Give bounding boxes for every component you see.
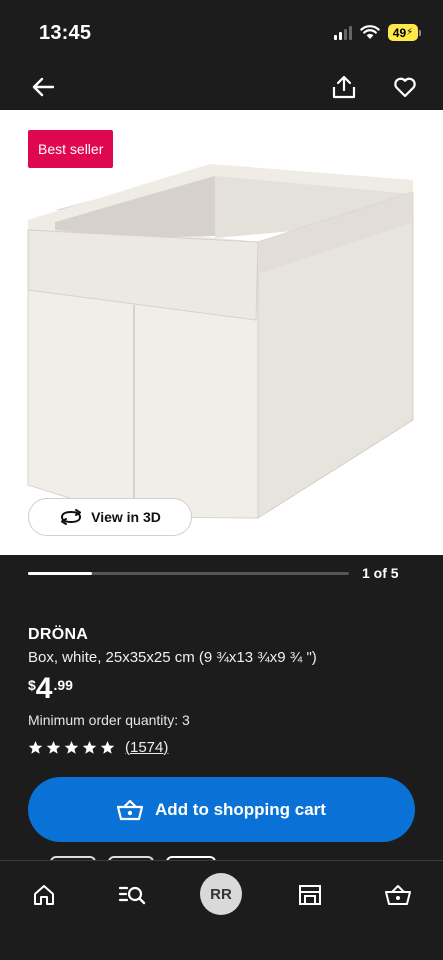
product-price: $ 4 .99 (28, 672, 73, 706)
bottom-tab-bar: RR (0, 860, 443, 960)
rating-count: 1574 (130, 739, 164, 756)
carousel-progress (28, 572, 349, 575)
tab-home[interactable] (24, 875, 64, 915)
tab-stores[interactable] (290, 875, 330, 915)
star-icon (46, 740, 61, 754)
view-in-3d-button[interactable]: View in 3D (28, 498, 192, 536)
cellular-signal-icon (334, 25, 352, 40)
battery-level: 49 ⚡ (388, 24, 418, 41)
product-name: DRÖNA (28, 626, 89, 643)
status-icons: 49 ⚡ (334, 24, 421, 41)
home-icon (34, 885, 54, 905)
share-button[interactable] (329, 72, 359, 102)
heart-icon (394, 77, 416, 98)
best-seller-badge: Best seller (28, 130, 114, 168)
store-icon (299, 885, 321, 905)
tab-profile-avatar[interactable]: RR (200, 873, 242, 915)
product-description: Box, white, 25x35x25 cm (9 ¾x13 ¾x9 ¾ ") (28, 649, 317, 666)
nav-bar (0, 66, 443, 110)
search-list-icon (118, 886, 146, 905)
carousel-page-count: 1 of 5 (362, 565, 399, 581)
battery-icon: 49 ⚡ (388, 24, 421, 41)
shopping-basket-icon (117, 799, 144, 820)
price-currency: $ (28, 677, 36, 693)
rating-stars (28, 740, 115, 755)
add-to-cart-label: Add to shopping cart (155, 799, 326, 819)
status-time: 13:45 (39, 22, 92, 44)
star-icon (64, 740, 79, 754)
star-icon (82, 740, 97, 754)
share-icon (332, 75, 356, 99)
product-image-carousel[interactable]: Best seller View in 3D (0, 110, 443, 555)
arrow-left-icon (32, 77, 54, 97)
rating-count-link[interactable]: (1574) (125, 739, 168, 756)
back-button[interactable] (28, 72, 58, 102)
rotate-3d-icon (61, 509, 82, 525)
view-in-3d-label: View in 3D (91, 509, 161, 525)
add-to-cart-button[interactable]: Add to shopping cart (28, 777, 415, 842)
carousel-progress-fill (28, 572, 93, 575)
minimum-order-quantity: Minimum order quantity: 3 (28, 712, 190, 728)
shopping-basket-icon (385, 885, 411, 905)
star-icon (100, 740, 115, 754)
star-icon (28, 740, 43, 754)
tab-cart[interactable] (378, 875, 418, 915)
price-decimals: .99 (53, 677, 73, 693)
status-bar: 13:45 49 ⚡ (0, 0, 443, 66)
price-integer: 4 (35, 672, 53, 705)
product-image (27, 164, 414, 519)
wifi-icon (360, 25, 380, 39)
tab-search[interactable] (112, 875, 152, 915)
favorite-button[interactable] (390, 72, 420, 102)
product-rating[interactable]: (1574) (28, 739, 168, 756)
